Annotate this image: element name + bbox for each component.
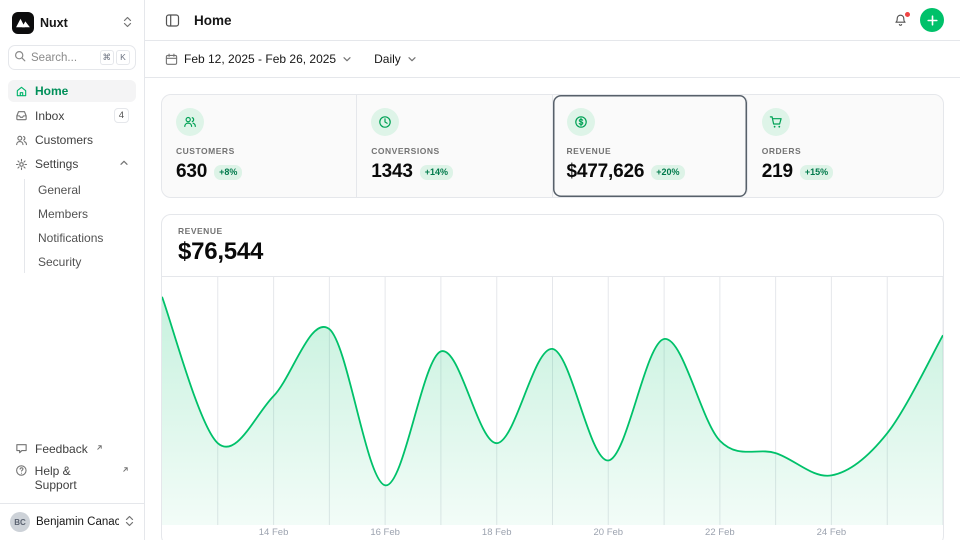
x-axis-label: 24 Feb [817,527,847,538]
home-icon [15,85,28,98]
search-shortcut: ⌘ K [100,50,131,65]
inbox-icon [15,109,28,122]
stat-delta-badge: +14% [420,165,453,180]
sidebar-item-label: Customers [35,133,129,147]
chevron-up-icon [119,157,129,171]
chart-title: REVENUE [178,226,927,236]
sidebar-item-label: Feedback [35,442,88,456]
sidebar: Nuxt Search... ⌘ K Home Inbox 4 [0,0,145,540]
revenue-area-chart[interactable]: 14 Feb 16 Feb 18 Feb 20 Feb 22 Feb 24 Feb [162,277,943,540]
sidebar-item-help-support[interactable]: Help & Support [8,460,136,496]
plus-icon [927,15,938,26]
sidebar-item-settings[interactable]: Settings [8,153,136,175]
sidebar-item-notifications[interactable]: Notifications [30,227,136,249]
stat-card-orders[interactable]: ORDERS 219 +15% [748,95,943,197]
help-circle-icon [15,464,28,477]
users-icon [176,108,204,136]
stat-card-customers[interactable]: CUSTOMERS 630 +8% [162,95,357,197]
stat-label: REVENUE [567,146,612,156]
add-button[interactable] [920,8,944,32]
sidebar-item-inbox[interactable]: Inbox 4 [8,104,136,127]
sidebar-item-feedback[interactable]: Feedback [8,438,136,460]
stat-label: CONVERSIONS [371,146,439,156]
user-name: Benjamin Canac [36,516,119,528]
chevron-updown-icon [125,515,134,530]
x-axis-label: 20 Feb [593,527,623,538]
sidebar-item-label: Inbox [35,109,107,123]
chevron-down-icon [342,54,352,64]
chevron-updown-icon [123,16,132,31]
inbox-count-badge: 4 [114,108,129,123]
circle-dollar-icon [567,108,595,136]
avatar: BC [10,512,30,532]
stat-value: $477,626 [567,161,645,183]
sidebar-item-label: Help & Support [35,464,114,492]
sidebar-spacer [8,275,136,438]
sidebar-item-security[interactable]: Security [30,251,136,273]
stats-row: CUSTOMERS 630 +8% CONVERSIONS 1343 +14% [161,94,944,198]
x-axis-label: 22 Feb [705,527,735,538]
date-range-label: Feb 12, 2025 - Feb 26, 2025 [184,52,336,66]
x-axis-label: 18 Feb [482,527,512,538]
external-link-icon [122,462,129,476]
x-axis-label: 14 Feb [259,527,289,538]
chart-current-value: $76,544 [178,238,927,266]
area-chart-plot [162,277,943,525]
stat-card-revenue[interactable]: REVENUE $477,626 +20% [553,95,748,197]
search-icon [14,50,26,65]
notification-dot [904,11,911,18]
nuxt-logo [12,12,34,34]
gear-icon [15,158,28,171]
stat-value: 1343 [371,161,413,183]
stat-delta-badge: +20% [651,165,684,180]
stat-label: ORDERS [762,146,801,156]
stat-card-conversions[interactable]: CONVERSIONS 1343 +14% [357,95,552,197]
kbd-cmd: ⌘ [100,50,115,65]
stat-value: 630 [176,161,207,183]
sidebar-item-label: Home [35,84,129,98]
kbd-k: K [116,50,130,65]
settings-subnav: General Members Notifications Security [24,179,136,273]
users-icon [15,134,28,147]
workspace-name: Nuxt [40,16,117,30]
clock-icon [371,108,399,136]
main-panel: Home Feb 12, 2025 - Feb 26, 2025 Daily [145,0,960,540]
granularity-select[interactable]: Daily [370,48,421,70]
sidebar-item-customers[interactable]: Customers [8,129,136,151]
x-axis-label: 16 Feb [370,527,400,538]
x-axis: 14 Feb 16 Feb 18 Feb 20 Feb 22 Feb 24 Feb [162,525,943,540]
top-header: Home [145,0,960,41]
filters-toolbar: Feb 12, 2025 - Feb 26, 2025 Daily [145,41,960,78]
panel-left-icon [165,13,180,28]
sidebar-item-home[interactable]: Home [8,80,136,102]
user-menu[interactable]: BC Benjamin Canac [0,503,144,540]
dashboard-app: Nuxt Search... ⌘ K Home Inbox 4 [0,0,960,540]
sidebar-nav: Home Inbox 4 Customers Settings General [8,80,136,275]
chevron-down-icon [407,54,417,64]
sidebar-item-members[interactable]: Members [30,203,136,225]
stat-delta-badge: +8% [214,165,242,180]
search-placeholder: Search... [31,52,95,64]
page-title: Home [194,13,232,28]
search-input[interactable]: Search... ⌘ K [8,45,136,70]
external-link-icon [96,440,103,454]
granularity-label: Daily [374,52,401,66]
dashboard-content: CUSTOMERS 630 +8% CONVERSIONS 1343 +14% [145,78,960,540]
notifications-button[interactable] [889,9,912,32]
workspace-switcher[interactable]: Nuxt [8,10,136,36]
cart-icon [762,108,790,136]
message-icon [15,442,28,455]
date-range-picker[interactable]: Feb 12, 2025 - Feb 26, 2025 [161,48,356,70]
sidebar-item-label: Settings [35,157,112,171]
stat-label: CUSTOMERS [176,146,235,156]
stat-delta-badge: +15% [800,165,833,180]
stat-value: 219 [762,161,793,183]
sidebar-toggle-button[interactable] [161,9,184,32]
sidebar-item-general[interactable]: General [30,179,136,201]
chart-header: REVENUE $76,544 [162,215,943,277]
revenue-chart-card: REVENUE $76,544 14 Feb 16 Feb 18 Feb 20 Feb… [161,214,944,540]
calendar-icon [165,53,178,66]
